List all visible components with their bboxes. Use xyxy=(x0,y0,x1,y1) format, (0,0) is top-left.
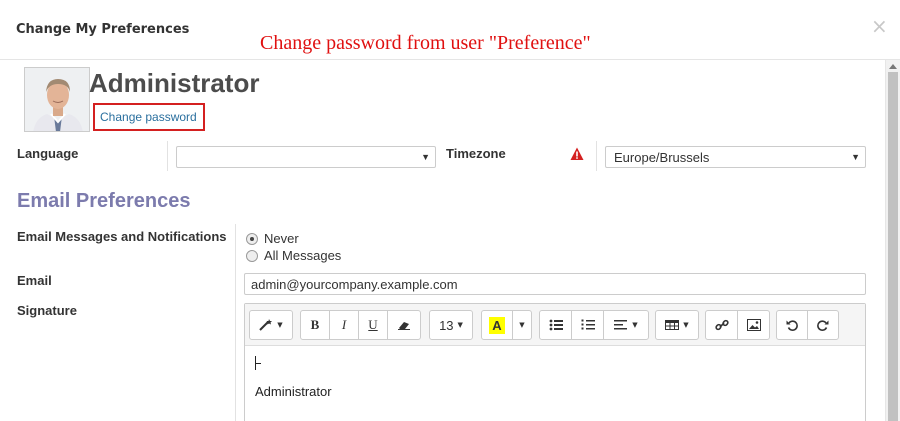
highlight-dropdown-button[interactable]: ▼ xyxy=(512,310,532,340)
radio-all-messages[interactable]: All Messages xyxy=(246,248,341,263)
warning-icon[interactable] xyxy=(570,147,584,161)
scroll-up-arrow-icon[interactable] xyxy=(889,64,897,69)
style-button[interactable]: ▼ xyxy=(249,310,293,340)
signature-editor[interactable]: ▼ B I U 13 ▼ A ▼ ▼ ▼ Administrator xyxy=(244,303,866,421)
editor-toolbar: ▼ B I U 13 ▼ A ▼ ▼ ▼ xyxy=(245,304,865,346)
radio-button[interactable] xyxy=(246,249,258,262)
chevron-down-icon: ▼ xyxy=(851,152,860,162)
scroll-thumb[interactable] xyxy=(888,72,898,421)
language-label: Language xyxy=(17,146,79,161)
image-button[interactable] xyxy=(737,310,770,340)
font-size-value: 13 xyxy=(439,317,454,333)
align-icon xyxy=(614,320,628,330)
annotation-text: Change password from user "Preference" xyxy=(260,32,591,54)
section-title: Email Preferences xyxy=(17,190,191,212)
highlight-a-icon: A xyxy=(489,316,505,334)
undo-icon xyxy=(786,320,798,331)
magic-wand-icon xyxy=(259,319,273,331)
align-button[interactable]: ▼ xyxy=(603,310,649,340)
chevron-down-icon: ▼ xyxy=(421,152,430,162)
link-icon xyxy=(714,319,729,331)
undo-button[interactable] xyxy=(776,310,808,340)
radio-button[interactable] xyxy=(246,232,258,245)
unordered-list-button[interactable] xyxy=(539,310,572,340)
signature-text[interactable]: Administrator xyxy=(255,384,332,399)
avatar[interactable] xyxy=(24,67,90,132)
eraser-icon xyxy=(398,322,410,330)
link-button[interactable] xyxy=(705,310,738,340)
radio-label: Never xyxy=(264,231,299,246)
chevron-down-icon: ▼ xyxy=(457,321,463,329)
signature-label: Signature xyxy=(17,303,77,318)
email-field[interactable] xyxy=(244,273,866,295)
email-label: Email xyxy=(17,273,52,288)
unordered-list-icon xyxy=(549,319,563,331)
avatar-photo-icon xyxy=(25,68,89,131)
user-name: Administrator xyxy=(89,68,260,98)
scrollbar[interactable] xyxy=(885,60,900,421)
ordered-list-button[interactable] xyxy=(571,310,604,340)
clear-format-button[interactable] xyxy=(387,310,421,340)
divider xyxy=(596,141,597,171)
redo-icon xyxy=(817,320,829,331)
chevron-down-icon: ▼ xyxy=(519,321,525,329)
close-icon[interactable]: × xyxy=(871,14,888,38)
font-size-button[interactable]: 13 ▼ xyxy=(429,310,473,340)
radio-never[interactable]: Never xyxy=(246,231,299,246)
table-icon xyxy=(665,320,680,330)
notifications-label: Email Messages and Notifications xyxy=(17,229,227,244)
divider xyxy=(235,224,236,421)
chevron-down-icon: ▼ xyxy=(632,321,638,329)
language-select[interactable]: ▼ xyxy=(176,146,436,168)
table-button[interactable]: ▼ xyxy=(655,310,699,340)
italic-button[interactable]: I xyxy=(329,310,359,340)
ordered-list-icon xyxy=(581,319,595,330)
timezone-value: Europe/Brussels xyxy=(614,150,710,165)
redo-button[interactable] xyxy=(807,310,839,340)
change-password-link[interactable]: Change password xyxy=(100,110,197,124)
radio-label: All Messages xyxy=(264,248,342,263)
underline-button[interactable]: U xyxy=(358,310,388,340)
bold-button[interactable]: B xyxy=(300,310,330,340)
dialog-header: Change My Preferences Change password fr… xyxy=(0,0,900,60)
timezone-label: Timezone xyxy=(446,146,506,161)
timezone-select[interactable]: Europe/Brussels ▼ xyxy=(605,146,866,168)
chevron-down-icon: ▼ xyxy=(683,321,689,329)
image-icon xyxy=(746,319,761,331)
highlight-color-button[interactable]: A xyxy=(481,310,513,340)
chevron-down-icon: ▼ xyxy=(277,321,283,329)
dialog-title: Change My Preferences xyxy=(16,22,190,37)
divider xyxy=(167,141,168,171)
text-cursor-dash xyxy=(256,363,261,364)
